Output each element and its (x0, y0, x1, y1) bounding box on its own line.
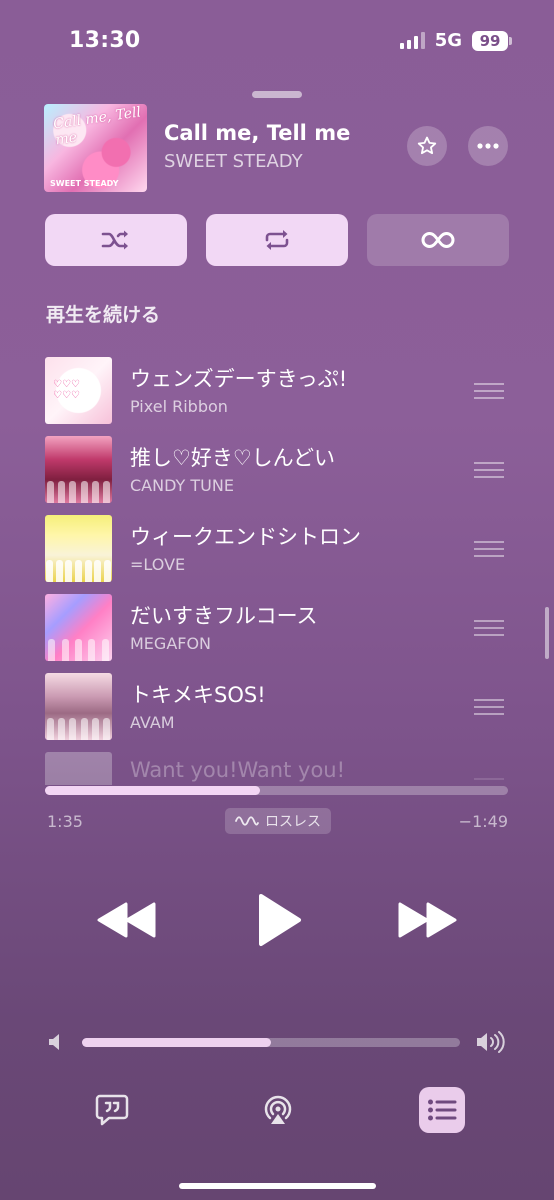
queue-item[interactable]: 推し♡好き♡しんどい CANDY TUNE (0, 430, 554, 503)
backward-icon (97, 902, 156, 938)
reorder-handle-icon[interactable] (474, 778, 504, 785)
now-playing-artwork[interactable]: Call me, Tell me SWEET STEADY (44, 104, 147, 192)
queue-item-title: ウィークエンドシトロン (130, 525, 361, 549)
queue-item-artwork (45, 436, 112, 503)
volume-max-icon (476, 1031, 506, 1057)
queue-item-artist: Pixel Ribbon (130, 397, 228, 416)
shuffle-button[interactable] (45, 214, 187, 266)
queue-item-title: 推し♡好き♡しんどい (130, 446, 336, 470)
now-playing-artist[interactable]: SWEET STEADY (164, 151, 303, 172)
queue-item-artist: CANDY TUNE (130, 476, 234, 495)
reorder-handle-icon[interactable] (474, 699, 504, 720)
previous-track-button[interactable] (96, 896, 158, 944)
forward-icon (398, 902, 457, 938)
queue-button[interactable] (419, 1087, 465, 1133)
infinity-icon (421, 231, 455, 249)
lossless-badge[interactable]: ロスレス (225, 808, 331, 834)
status-time: 13:30 (69, 28, 141, 53)
lyrics-button[interactable] (92, 1090, 132, 1130)
favorite-button[interactable] (407, 126, 447, 166)
queue-scrollbar[interactable] (545, 607, 549, 659)
queue-item-artwork (45, 752, 112, 785)
reorder-handle-icon[interactable] (474, 541, 504, 562)
network-type: 5G (434, 30, 462, 51)
shuffle-icon (101, 230, 128, 250)
queue-item[interactable]: ♡♡♡ ♡♡♡ ウェンズデーすきっぷ! Pixel Ribbon (0, 351, 554, 424)
lossless-wave-icon (235, 816, 259, 826)
reorder-handle-icon[interactable] (474, 620, 504, 641)
volume-fill (82, 1038, 271, 1047)
lossless-label: ロスレス (265, 814, 321, 830)
queue-item-artwork: ♡♡♡ ♡♡♡ (45, 357, 112, 424)
queue-item-artwork (45, 515, 112, 582)
time-remaining: −1:49 (458, 812, 508, 831)
star-icon (417, 136, 437, 155)
reorder-handle-icon[interactable] (474, 383, 504, 404)
lyrics-bubble-icon (95, 1094, 129, 1126)
status-indicators: 5G 99 (399, 30, 512, 51)
queue-item[interactable]: Want you!Want you! (0, 746, 554, 785)
playback-progress-bar[interactable] (45, 786, 508, 795)
queue-item-artist: MEGAFON (130, 634, 212, 653)
queue-item[interactable]: ウィークエンドシトロン =LOVE (0, 509, 554, 582)
queue-item-artist: AVAM (130, 713, 175, 732)
queue-item-artwork (45, 673, 112, 740)
queue-item[interactable]: だいすきフルコース MEGAFON (0, 588, 554, 661)
volume-min-icon (48, 1033, 64, 1055)
battery-icon: 99 (472, 30, 512, 51)
reorder-handle-icon[interactable] (474, 462, 504, 483)
home-indicator[interactable] (179, 1183, 376, 1189)
volume-slider[interactable] (82, 1038, 460, 1047)
time-elapsed: 1:35 (47, 812, 83, 831)
playback-progress-fill (45, 786, 261, 795)
queue-item-title: だいすきフルコース (130, 604, 318, 628)
queue-item-title: Want you!Want you! (130, 758, 346, 782)
queue-item-title: トキメキSOS! (130, 683, 266, 707)
queue-item-artist: =LOVE (130, 555, 186, 574)
ellipsis-icon (477, 143, 499, 149)
battery-level: 99 (479, 31, 501, 50)
repeat-icon (265, 230, 289, 250)
autoplay-button[interactable] (367, 214, 509, 266)
repeat-button[interactable] (206, 214, 348, 266)
queue-item[interactable]: トキメキSOS! AVAM (0, 667, 554, 740)
sheet-grabber[interactable] (252, 91, 302, 98)
queue-item-title: ウェンズデーすきっぷ! (130, 367, 348, 391)
more-button[interactable] (468, 126, 508, 166)
queue-list-icon (428, 1099, 457, 1121)
queue-list[interactable]: ♡♡♡ ♡♡♡ ウェンズデーすきっぷ! Pixel Ribbon 推し♡好き♡しん… (0, 345, 554, 785)
now-playing-title[interactable]: Call me, Tell me (164, 121, 350, 145)
play-button[interactable] (250, 890, 308, 950)
artwork-text: Call me, Tell me (52, 104, 143, 149)
artwork-subtext: SWEET STEADY (50, 179, 119, 188)
cellular-signal-icon (399, 32, 425, 49)
play-icon (259, 894, 301, 946)
airplay-button[interactable] (256, 1088, 300, 1132)
queue-item-artwork (45, 594, 112, 661)
queue-section-title: 再生を続ける (46, 304, 161, 326)
next-track-button[interactable] (396, 896, 458, 944)
airplay-icon (264, 1095, 292, 1124)
